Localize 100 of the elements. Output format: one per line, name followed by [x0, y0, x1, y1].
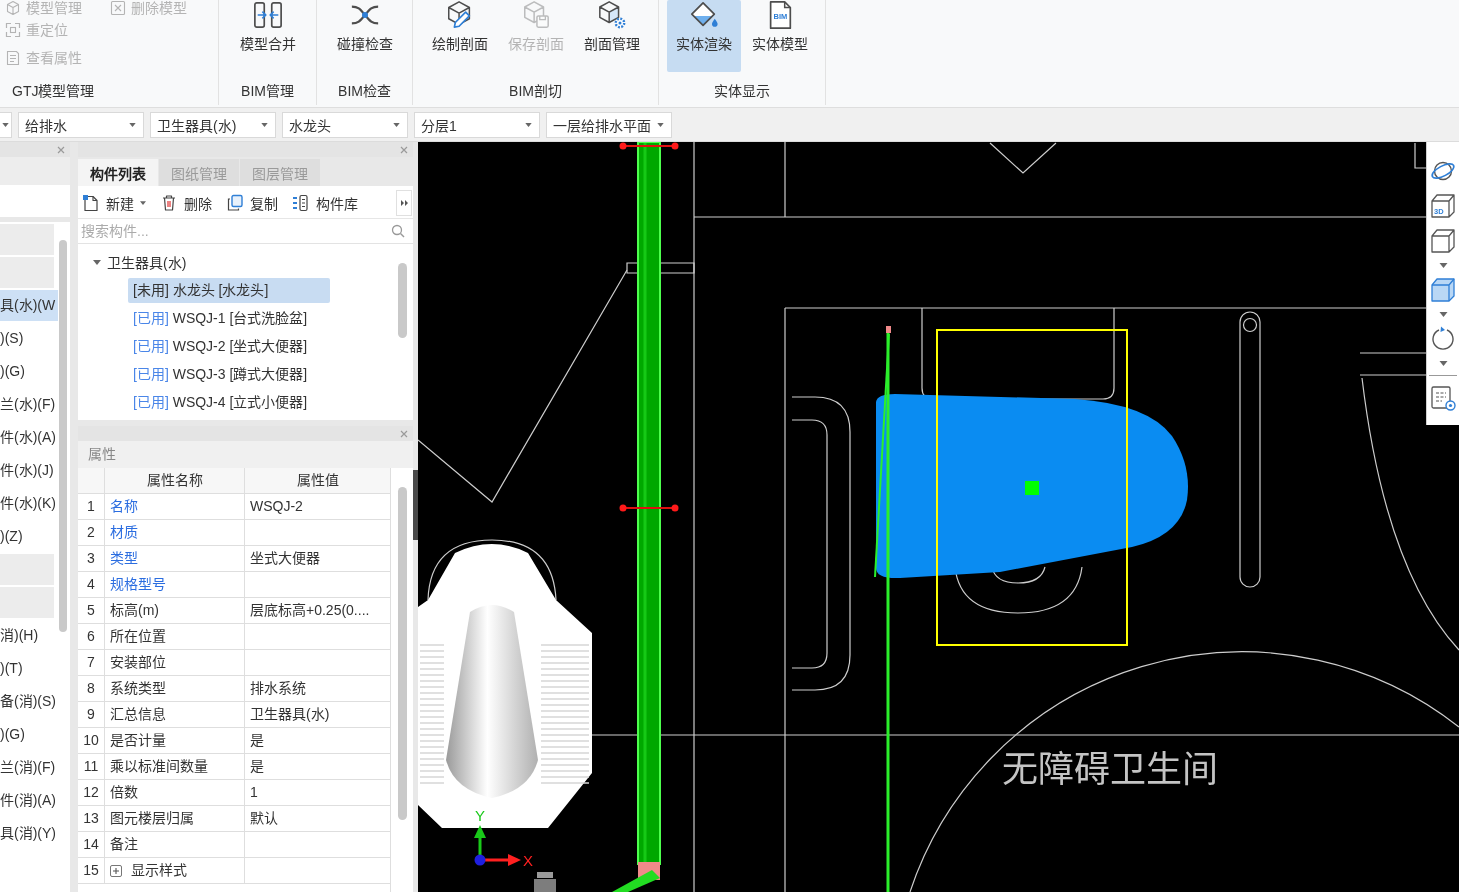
dropdown[interactable]: 水龙头 [282, 111, 408, 138]
caret-icon [525, 122, 532, 127]
list-item[interactable]: )(T) [0, 653, 58, 684]
property-value: 是 [249, 731, 265, 750]
property-name: 标高(m) [105, 598, 245, 623]
tree-item[interactable]: [已用] WSQJ-4 [立式小便器] [128, 389, 330, 415]
ribbon-button[interactable]: 碰撞检查 [327, 0, 402, 72]
list-item[interactable]: 兰(消)(F) [0, 752, 58, 783]
ribbon-group-label: BIM检查 [337, 82, 392, 101]
ribbon-button[interactable]: 实体渲染 [667, 0, 741, 72]
property-name: 材质 [105, 520, 245, 545]
toolbar-button[interactable]: 构件库 [292, 193, 358, 213]
caret-icon [657, 122, 664, 127]
cube-icon [5, 0, 21, 16]
property-value: 1 [249, 783, 259, 802]
list-item[interactable]: 件(水)(J) [0, 455, 58, 486]
list-item[interactable]: )(Z) [0, 521, 58, 552]
row-number: 8 [78, 676, 105, 701]
wall-line [1359, 374, 1427, 376]
property-value: WSQJ-2 [249, 497, 304, 516]
property-name: 是否计量 [105, 728, 245, 753]
toolbar-button[interactable]: 复制 [226, 193, 278, 213]
scrollbar-thumb[interactable] [398, 263, 407, 338]
dropdown[interactable]: 卫生器具(水) [150, 111, 276, 138]
tree-item[interactable]: [未用] 水龙头 [水龙头] [128, 277, 330, 303]
close-icon[interactable] [400, 145, 408, 154]
overflow-button[interactable] [396, 190, 412, 216]
dimension-marker [619, 142, 679, 150]
list-item[interactable]: )(G) [0, 356, 58, 387]
tree-item[interactable]: [已用] WSQJ-3 [蹲式大便器] [128, 361, 330, 387]
delete-box-icon [110, 0, 126, 16]
property-name: 乘以标准间数量 [105, 754, 245, 779]
splitter-handle[interactable] [413, 470, 418, 540]
room-label: 无障碍卫生间 [1002, 749, 1218, 790]
row-number: 2 [78, 520, 105, 545]
ribbon-button[interactable]: BIM 实体模型 [743, 0, 817, 72]
search-field[interactable]: 搜索构件... [81, 220, 391, 242]
property-name: 所在位置 [105, 624, 245, 649]
property-name: 名称 [105, 494, 245, 519]
expand-icon[interactable] [110, 864, 122, 877]
search-icon[interactable] [391, 224, 405, 238]
ribbon-button[interactable]: 剖面管理 [574, 0, 649, 72]
dropdown[interactable]: 分层1 [414, 111, 540, 138]
close-icon[interactable] [57, 145, 65, 154]
list-item[interactable]: 件(消)(A) [0, 785, 58, 816]
toolbar-button[interactable]: 新建 [82, 193, 146, 213]
ribbon-button[interactable]: 绘制剖面 [422, 0, 497, 72]
list-item[interactable]: )(G) [0, 719, 58, 750]
rotate-icon[interactable] [1430, 326, 1456, 352]
close-icon[interactable] [400, 429, 408, 438]
caret-icon [393, 122, 400, 127]
tree-node[interactable]: 卫生器具(水) [78, 248, 398, 276]
list-item[interactable]: 件(水)(A) [0, 422, 58, 453]
tab[interactable]: 构件列表 [78, 159, 158, 186]
property-name: 倍数 [105, 780, 245, 805]
ribbon-group-label: GTJ模型管理 [11, 82, 96, 101]
property-name: 汇总信息 [105, 702, 245, 727]
document-lines-icon [5, 50, 21, 66]
fitting-model [534, 872, 556, 892]
overflow-icon [400, 200, 408, 206]
document-eye-icon[interactable] [1430, 385, 1456, 411]
x-axis-arrow [482, 854, 521, 866]
row-number: 4 [78, 572, 105, 597]
v-shaped-line [989, 142, 1057, 174]
tree-item[interactable]: [已用] WSQJ-1 [台式洗脸盆] [128, 305, 330, 331]
list-item[interactable]: )(S) [0, 323, 58, 354]
y-axis-arrow [474, 825, 486, 858]
row-number: 14 [78, 832, 105, 857]
dropdown[interactable]: 给排水 [18, 111, 144, 138]
property-name: 安装部位 [105, 650, 245, 675]
list-item[interactable]: 件(水)(K) [0, 488, 58, 519]
list-item[interactable]: 备(消)(S) [0, 686, 58, 717]
cube-icon[interactable] [1430, 228, 1456, 254]
row-number: 12 [78, 780, 105, 805]
property-name: 显示样式 [131, 861, 187, 880]
caret-icon [129, 122, 136, 127]
toolbar-button[interactable]: 删除 [160, 193, 212, 213]
list-item[interactable]: 兰(水)(F) [0, 389, 58, 420]
pipe-branch [612, 870, 660, 892]
scrollbar-thumb[interactable] [59, 240, 67, 632]
row-number: 3 [78, 546, 105, 571]
property-name: 类型 [105, 546, 245, 571]
frame-corners-icon [5, 22, 21, 38]
caret-icon[interactable] [1438, 361, 1448, 366]
dropdown[interactable] [0, 111, 12, 138]
dropdown[interactable]: 一层给排水平面 [546, 111, 672, 138]
scrollbar-thumb[interactable] [398, 487, 407, 820]
ribbon-group-label: 实体显示 [713, 82, 771, 101]
caret-icon [140, 201, 146, 205]
list-item[interactable]: 具(水)(W [0, 290, 58, 321]
caret-icon[interactable] [1438, 312, 1448, 317]
filled-cube-icon[interactable] [1430, 277, 1456, 303]
property-name: 规格型号 [105, 572, 245, 597]
tree-item[interactable]: [已用] WSQJ-2 [坐式大便器] [128, 333, 330, 359]
list-item[interactable]: 具(消)(Y) [0, 818, 58, 849]
caret-icon[interactable] [1438, 263, 1448, 268]
property-name: 备注 [105, 832, 245, 857]
list-item[interactable]: 消)(H) [0, 620, 58, 651]
list-icon [292, 194, 310, 212]
ribbon-button[interactable]: 模型合并 [230, 0, 305, 72]
